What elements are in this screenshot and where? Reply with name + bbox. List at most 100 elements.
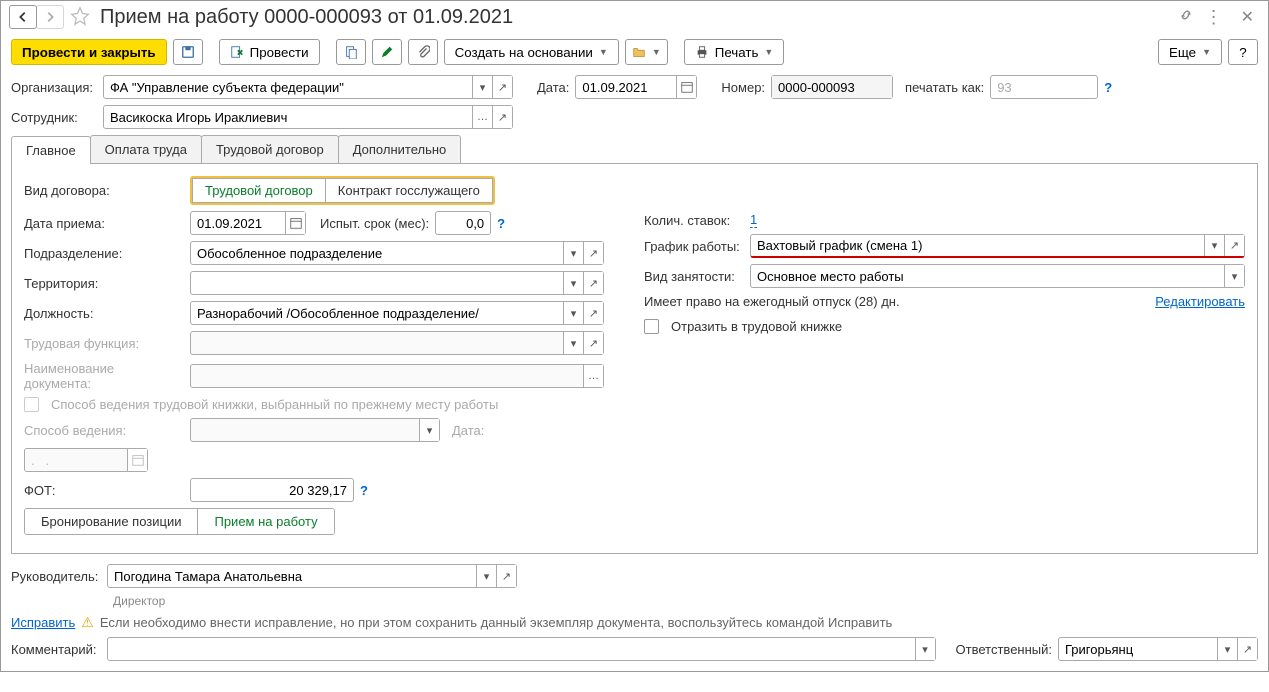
- doc-name-input[interactable]: …: [190, 364, 604, 388]
- open-icon[interactable]: ↗: [583, 302, 603, 324]
- method-input[interactable]: ▾: [190, 418, 440, 442]
- help-hint-icon[interactable]: ?: [1104, 80, 1112, 95]
- workbook-method-label: Способ ведения трудовой книжки, выбранны…: [51, 397, 498, 412]
- attach-button[interactable]: [408, 39, 438, 65]
- schedule-input[interactable]: ▾ ↗: [750, 234, 1245, 258]
- department-input[interactable]: ▾ ↗: [190, 241, 604, 265]
- hire-date-input[interactable]: [190, 211, 306, 235]
- dropdown-icon[interactable]: ▾: [563, 332, 583, 354]
- position-input[interactable]: ▾ ↗: [190, 301, 604, 325]
- work-function-input[interactable]: ▾ ↗: [190, 331, 604, 355]
- fot-label: ФОТ:: [24, 483, 184, 498]
- print-button[interactable]: Печать ▼: [684, 39, 785, 65]
- create-based-button[interactable]: Создать на основании ▼: [444, 39, 619, 65]
- employee-label: Сотрудник:: [11, 110, 97, 125]
- calendar-icon[interactable]: [127, 449, 147, 471]
- open-icon[interactable]: ↗: [1224, 235, 1244, 256]
- workbook-method-checkbox: [24, 397, 39, 412]
- open-icon[interactable]: ↗: [1237, 638, 1257, 660]
- calendar-icon[interactable]: [285, 212, 305, 234]
- edit-vacation-link[interactable]: Редактировать: [1155, 294, 1245, 309]
- post-button[interactable]: Провести: [219, 39, 320, 65]
- tab-additional[interactable]: Дополнительно: [338, 135, 462, 163]
- save-button[interactable]: [173, 39, 203, 65]
- comment-label: Комментарий:: [11, 642, 101, 657]
- dropdown-icon[interactable]: ▾: [563, 302, 583, 324]
- employment-input[interactable]: ▾: [750, 264, 1245, 288]
- dropdown-icon[interactable]: ▾: [1204, 235, 1224, 256]
- favorite-star-icon[interactable]: [70, 6, 90, 29]
- method-date-input[interactable]: [24, 448, 148, 472]
- ellipsis-icon[interactable]: …: [583, 365, 603, 387]
- calendar-icon[interactable]: [676, 76, 696, 98]
- responsible-input[interactable]: ▾ ↗: [1058, 637, 1258, 661]
- contract-work-option[interactable]: Трудовой договор: [192, 178, 325, 203]
- territory-label: Территория:: [24, 276, 184, 291]
- date-input[interactable]: [575, 75, 697, 99]
- link-icon[interactable]: [1179, 8, 1193, 27]
- print-as-input[interactable]: [990, 75, 1098, 99]
- copy-button[interactable]: [336, 39, 366, 65]
- employee-input[interactable]: … ↗: [103, 105, 513, 129]
- nav-back-button[interactable]: [9, 5, 37, 29]
- manager-input[interactable]: ▾ ↗: [107, 564, 517, 588]
- nav-forward-button[interactable]: [36, 5, 64, 29]
- close-button[interactable]: ✕: [1235, 6, 1260, 28]
- open-icon[interactable]: ↗: [583, 332, 603, 354]
- chevron-down-icon: ▼: [1202, 47, 1211, 57]
- help-hint-icon[interactable]: ?: [497, 216, 505, 231]
- help-hint-icon[interactable]: ?: [360, 483, 368, 498]
- comment-input[interactable]: ▾: [107, 637, 936, 661]
- rates-link[interactable]: 1: [750, 212, 757, 228]
- more-button[interactable]: Еще ▼: [1158, 39, 1222, 65]
- dropdown-icon[interactable]: ▾: [1217, 638, 1237, 660]
- probation-label: Испыт. срок (мес):: [320, 216, 429, 231]
- org-label: Организация:: [11, 80, 97, 95]
- edit-button[interactable]: [372, 39, 402, 65]
- dropdown-icon[interactable]: ▾: [472, 76, 492, 98]
- org-input[interactable]: ▾ ↗: [103, 75, 513, 99]
- method-date-label: Дата:: [452, 423, 484, 438]
- work-function-label: Трудовая функция:: [24, 336, 184, 351]
- booking-option[interactable]: Бронирование позиции: [25, 509, 197, 534]
- tab-contract[interactable]: Трудовой договор: [201, 135, 339, 163]
- dropdown-icon[interactable]: ▾: [915, 638, 935, 660]
- contract-gov-option[interactable]: Контракт госслужащего: [325, 178, 493, 203]
- responsible-label: Ответственный:: [956, 642, 1052, 657]
- territory-input[interactable]: ▾ ↗: [190, 271, 604, 295]
- tab-main[interactable]: Главное: [11, 136, 91, 164]
- workbook-reflect-checkbox[interactable]: [644, 319, 659, 334]
- employment-label: Вид занятости:: [644, 269, 744, 284]
- ellipsis-icon[interactable]: …: [472, 106, 492, 128]
- method-label: Способ ведения:: [24, 423, 184, 438]
- number-input[interactable]: [771, 75, 893, 99]
- folder-button[interactable]: ▼: [625, 39, 668, 65]
- correct-link[interactable]: Исправить: [11, 615, 75, 630]
- hiring-option[interactable]: Прием на работу: [197, 509, 333, 534]
- dropdown-icon[interactable]: ▾: [563, 242, 583, 264]
- open-icon[interactable]: ↗: [496, 565, 516, 587]
- fot-input[interactable]: [190, 478, 354, 502]
- page-title: Прием на работу 0000-000093 от 01.09.202…: [100, 6, 1179, 29]
- position-label: Должность:: [24, 306, 184, 321]
- open-icon[interactable]: ↗: [492, 106, 512, 128]
- dropdown-icon[interactable]: ▾: [419, 419, 439, 441]
- doc-name-label: Наименование документа:: [24, 361, 184, 391]
- kebab-menu-icon[interactable]: ⋮: [1205, 10, 1223, 24]
- open-icon[interactable]: ↗: [492, 76, 512, 98]
- contract-type-label: Вид договора:: [24, 183, 184, 198]
- workbook-reflect-label: Отразить в трудовой книжке: [671, 319, 842, 334]
- dropdown-icon[interactable]: ▾: [1224, 265, 1244, 287]
- help-button[interactable]: ?: [1228, 39, 1258, 65]
- probation-input[interactable]: [435, 211, 491, 235]
- dropdown-icon[interactable]: ▾: [563, 272, 583, 294]
- open-icon[interactable]: ↗: [583, 272, 603, 294]
- tab-payment[interactable]: Оплата труда: [90, 135, 202, 163]
- dropdown-icon[interactable]: ▾: [476, 565, 496, 587]
- rates-label: Колич. ставок:: [644, 213, 744, 228]
- date-label: Дата:: [537, 80, 569, 95]
- warning-icon: ⚠: [81, 614, 94, 631]
- schedule-label: График работы:: [644, 239, 744, 254]
- post-and-close-button[interactable]: Провести и закрыть: [11, 39, 167, 65]
- open-icon[interactable]: ↗: [583, 242, 603, 264]
